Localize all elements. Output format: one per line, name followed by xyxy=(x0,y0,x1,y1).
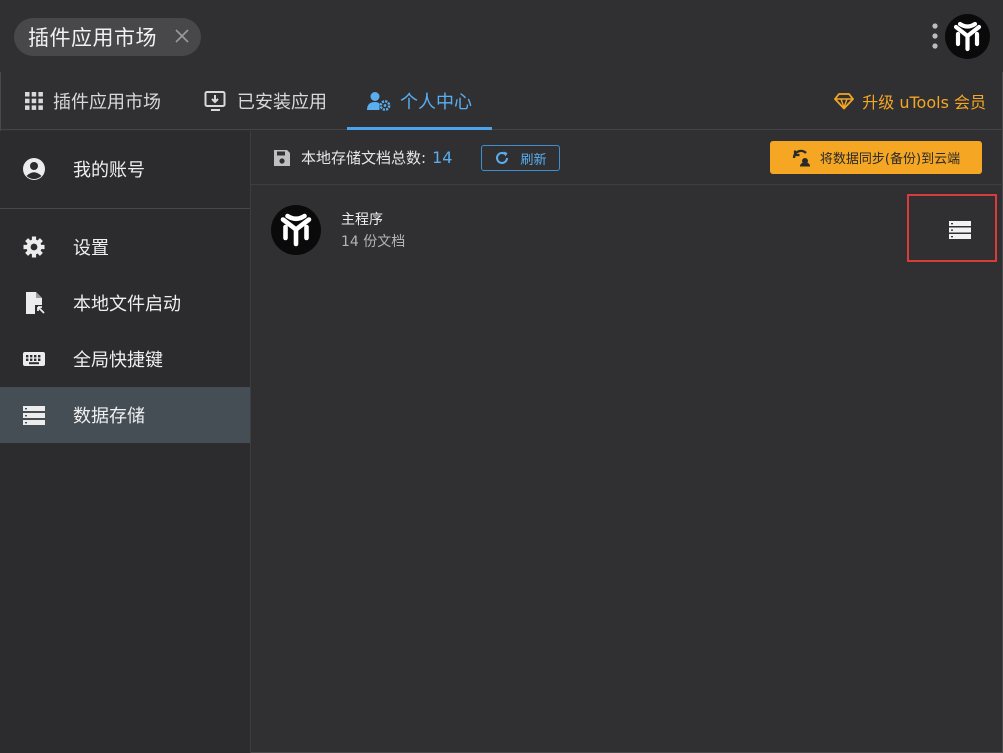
grid-icon xyxy=(25,92,43,110)
storage-icon xyxy=(949,221,971,239)
utools-logo-icon[interactable] xyxy=(945,14,990,59)
search-tag-label: 插件应用市场 xyxy=(28,26,157,50)
sync-to-cloud-button[interactable]: 将数据同步(备份)到云端 xyxy=(770,141,982,174)
sidebar-item-label: 设置 xyxy=(73,238,109,259)
top-bar: 插件应用市场 xyxy=(0,0,1003,72)
sidebar-divider xyxy=(0,208,250,209)
account-circle-icon xyxy=(23,158,45,180)
refresh-button[interactable]: 刷新 xyxy=(481,145,560,171)
database-doc-count: 14 份文档 xyxy=(341,234,406,250)
refresh-label: 刷新 xyxy=(520,152,547,168)
sidebar-item-global-shortcuts[interactable]: 全局快捷键 xyxy=(0,331,250,387)
sidebar-item-label: 本地文件启动 xyxy=(73,294,181,315)
sidebar: 我的账号 设置 本地文件启动 全局快捷键 数据存储 xyxy=(0,131,251,753)
tab-plugin-market[interactable]: 插件应用市场 xyxy=(24,72,161,130)
save-icon xyxy=(274,149,290,166)
file-launch-icon xyxy=(26,292,46,315)
search-tag[interactable]: 插件应用市场 xyxy=(14,18,201,56)
list-item[interactable]: 主程序 14 份文档 xyxy=(251,185,1003,275)
user-gear-icon xyxy=(367,92,391,111)
storage-toolbar: 本地存储文档总数: 14 刷新 将数据同步(备份)到云端 xyxy=(251,131,1003,185)
sidebar-item-label: 全局快捷键 xyxy=(73,350,163,371)
more-menu-icon[interactable] xyxy=(930,22,940,50)
tab-bar: 插件应用市场 已安装应用 个人中心 升级 uTools 会员 xyxy=(0,72,1003,130)
database-name: 主程序 xyxy=(341,212,383,228)
storage-icon xyxy=(23,406,45,425)
sidebar-item-account[interactable]: 我的账号 xyxy=(0,141,250,197)
tab-label: 已安装应用 xyxy=(237,92,327,113)
sync-label: 将数据同步(备份)到云端 xyxy=(819,152,961,167)
utools-logo-icon xyxy=(271,205,321,255)
monitor-download-icon xyxy=(204,91,226,111)
keyboard-icon xyxy=(23,352,45,366)
diamond-icon xyxy=(834,93,855,110)
sidebar-item-local-file-launch[interactable]: 本地文件启动 xyxy=(0,275,250,331)
close-icon[interactable] xyxy=(173,27,191,45)
refresh-icon xyxy=(496,151,509,164)
gear-icon xyxy=(23,236,45,258)
view-documents-button[interactable] xyxy=(907,194,997,262)
sidebar-item-label: 数据存储 xyxy=(73,406,145,427)
tab-personal-center[interactable]: 个人中心 xyxy=(347,72,492,130)
cloud-sync-icon xyxy=(792,149,810,166)
doc-count-stat: 本地存储文档总数: 14 xyxy=(273,147,452,168)
doc-count-value: 14 xyxy=(432,148,453,167)
upgrade-link[interactable]: 升级 uTools 会员 xyxy=(834,72,986,130)
sidebar-item-data-storage[interactable]: 数据存储 xyxy=(0,387,250,443)
tab-installed-apps[interactable]: 已安装应用 xyxy=(204,72,327,130)
sidebar-item-settings[interactable]: 设置 xyxy=(0,219,250,275)
active-tab-indicator xyxy=(347,127,492,130)
upgrade-label: 升级 uTools 会员 xyxy=(862,93,986,112)
tab-label: 插件应用市场 xyxy=(53,92,161,113)
doc-count-label: 本地存储文档总数: xyxy=(301,149,427,167)
tab-label: 个人中心 xyxy=(400,92,472,113)
sidebar-item-label: 我的账号 xyxy=(73,160,145,181)
